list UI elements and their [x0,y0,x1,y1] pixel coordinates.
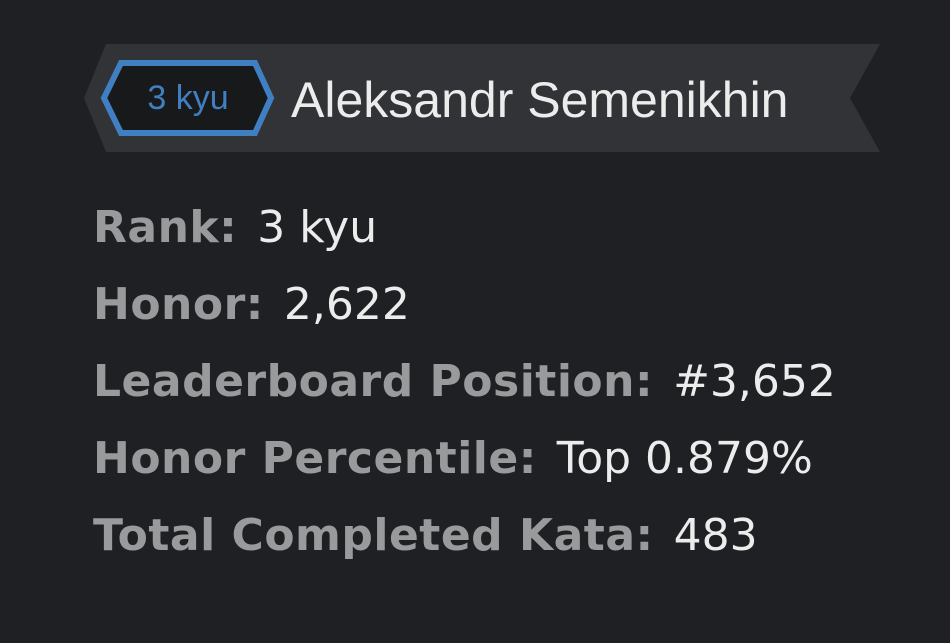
stat-value: 483 [673,510,758,561]
stat-row-leaderboard-position: Leaderboard Position: #3,652 [93,343,836,420]
username[interactable]: Aleksandr Semenikhin [291,72,789,128]
stat-label: Honor: [93,279,264,330]
stat-row-honor: Honor: 2,622 [93,266,836,343]
stat-value: 2,622 [283,279,410,330]
stat-label: Rank: [93,202,238,253]
stat-label: Total Completed Kata: [93,510,654,561]
stat-label: Leaderboard Position: [93,356,654,407]
stat-row-honor-percentile: Honor Percentile: Top 0.879% [93,420,836,497]
stat-value: Top 0.879% [556,433,813,484]
stats-list: Rank: 3 kyu Honor: 2,622 Leaderboard Pos… [93,189,836,574]
user-stats-card: 3 kyu Aleksandr Semenikhin Rank: 3 kyu H… [0,0,950,643]
stat-row-rank: Rank: 3 kyu [93,189,836,266]
stat-row-total-completed-kata: Total Completed Kata: 483 [93,497,836,574]
stat-value: 3 kyu [257,202,378,253]
profile-banner: 3 kyu Aleksandr Semenikhin [0,0,950,200]
stat-value: #3,652 [673,356,836,407]
rank-badge: 3 kyu [147,79,229,117]
stat-label: Honor Percentile: [93,433,537,484]
